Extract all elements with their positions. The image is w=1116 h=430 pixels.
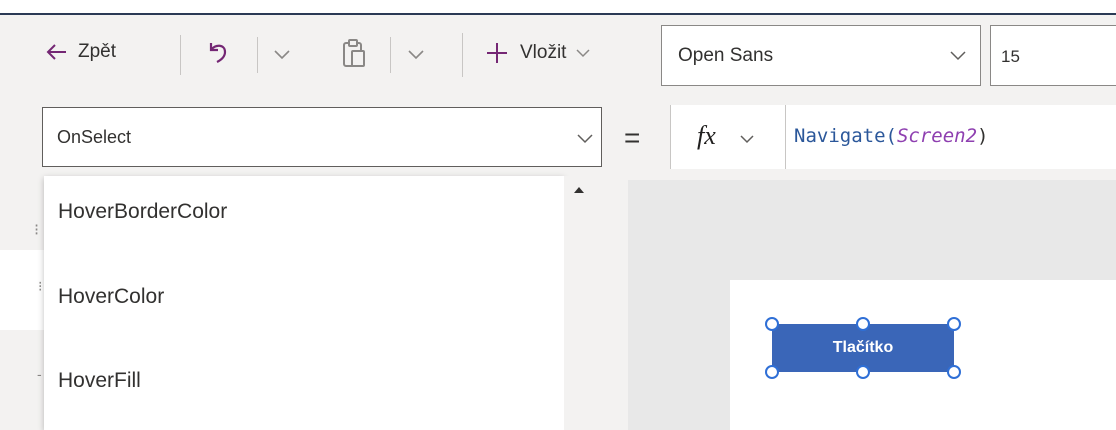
chevron-down-icon [577, 134, 593, 144]
list-item[interactable]: HoverBorderColor [58, 200, 227, 224]
command-toolbar: Zpět Vložit Open Sans 15 [0, 15, 1116, 95]
chevron-down-icon [576, 48, 590, 57]
paste-button[interactable] [342, 38, 368, 68]
chevron-down-icon[interactable] [274, 50, 290, 60]
resize-handle[interactable] [947, 317, 961, 331]
formula-bar: OnSelect = fx Navigate(Screen2) [0, 95, 1116, 180]
resize-handle[interactable] [765, 317, 779, 331]
equals-sign: = [624, 122, 641, 153]
fx-label: fx [697, 121, 716, 150]
property-list: HoverBorderColor HoverColor HoverFill [44, 176, 564, 430]
resize-handle[interactable] [947, 365, 961, 379]
formula-paren: ) [977, 125, 989, 147]
chevron-down-icon [740, 135, 754, 144]
app-screen: Tlačítko [730, 280, 1116, 430]
formula-input[interactable]: Navigate(Screen2) [785, 105, 1116, 169]
tree-marker: ‐ [37, 366, 42, 382]
resize-handle[interactable] [856, 365, 870, 379]
divider [390, 37, 391, 73]
list-scrollbar[interactable] [564, 176, 594, 430]
formula-text: Navigate(Screen2) [794, 125, 988, 147]
font-family-dropdown[interactable]: Open Sans [661, 25, 981, 86]
formula-argument: Screen2 [896, 125, 978, 147]
divider [462, 33, 463, 77]
font-size-input[interactable]: 15 [990, 25, 1116, 86]
undo-button[interactable] [205, 39, 231, 65]
back-label: Zpět [78, 41, 117, 62]
property-value: OnSelect [57, 127, 132, 147]
undo-icon [209, 43, 227, 63]
insert-button[interactable]: Vložit [486, 42, 590, 64]
list-item[interactable]: HoverColor [58, 285, 164, 309]
clipboard-icon [343, 39, 365, 67]
font-size-value: 15 [1001, 47, 1020, 66]
divider [257, 37, 258, 73]
insert-label: Vložit [520, 42, 567, 63]
chevron-down-icon[interactable] [408, 50, 424, 60]
property-dropdown[interactable]: OnSelect [42, 107, 602, 167]
resize-handle[interactable] [765, 365, 779, 379]
tree-marker: ⁝ [38, 278, 43, 294]
list-item[interactable]: HoverFill [58, 369, 141, 393]
plus-icon [487, 43, 507, 63]
resize-handle[interactable] [856, 317, 870, 331]
arrow-left-icon [46, 44, 66, 60]
font-family-value: Open Sans [678, 45, 774, 66]
tree-marker: ⁝ [34, 222, 40, 239]
scroll-up-arrow-icon[interactable] [573, 186, 585, 194]
fx-button[interactable]: fx [670, 105, 786, 169]
formula-function: Navigate( [794, 125, 897, 147]
divider [180, 35, 181, 75]
back-button[interactable]: Zpět [46, 41, 116, 63]
chevron-down-icon [950, 51, 966, 61]
